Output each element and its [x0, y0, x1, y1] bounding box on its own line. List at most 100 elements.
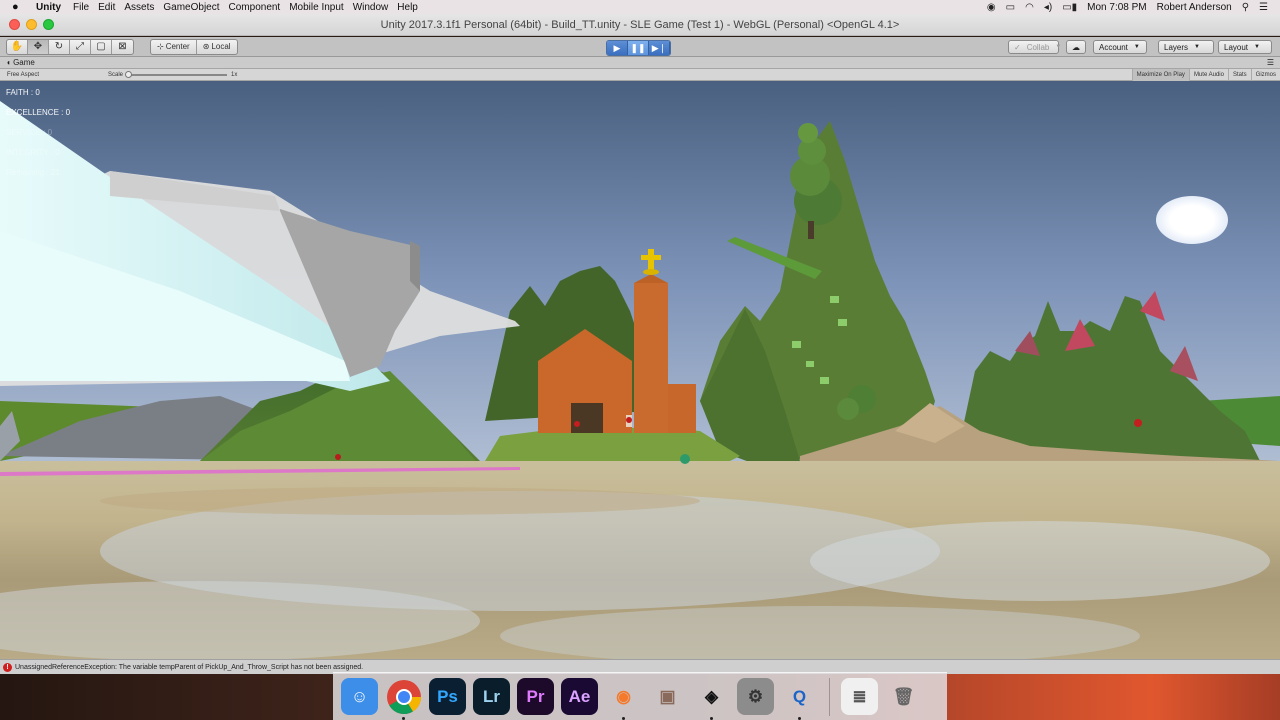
- hand-tool-icon[interactable]: ✋: [7, 39, 28, 54]
- game-view-toolbar: Free Aspect Scale 1x Maximize On Play Mu…: [0, 68, 1280, 81]
- user-name[interactable]: Robert Anderson: [1157, 2, 1232, 13]
- play-controls: ▶ ❚❚ ▶❘: [606, 40, 671, 56]
- mac-menu-bar: ● Unity File Edit Assets GameObject Comp…: [0, 0, 1280, 14]
- volume-icon[interactable]: ◂): [1044, 2, 1052, 13]
- layers-label: Layers: [1164, 42, 1189, 52]
- premiere-icon[interactable]: Pr: [517, 678, 554, 715]
- photoshop-icon[interactable]: Ps: [429, 678, 466, 715]
- pause-button[interactable]: ❚❚: [628, 41, 649, 55]
- remaining-counter: Remaining : 21: [6, 168, 60, 177]
- pivot-center-button[interactable]: ⊹ Center: [151, 39, 197, 54]
- layout-dropdown[interactable]: Layout ▼: [1218, 40, 1272, 54]
- local-space-icon: ⊛: [202, 42, 210, 51]
- transform-tools: ✋ ✥ ↻ ⤢ ▢ ⊠: [6, 38, 134, 55]
- dock-separator: [829, 677, 830, 716]
- document-icon[interactable]: ≣: [841, 678, 878, 715]
- menu-component[interactable]: Component: [229, 2, 281, 13]
- stats-toggle[interactable]: Stats: [1227, 68, 1251, 81]
- menu-assets[interactable]: Assets: [124, 2, 154, 13]
- after-effects-glyph: Ae: [568, 686, 591, 706]
- scale-slider-handle[interactable]: [125, 70, 133, 78]
- menu-edit[interactable]: Edit: [98, 2, 115, 13]
- after-effects-icon[interactable]: Ae: [561, 678, 598, 715]
- account-label: Account: [1099, 42, 1128, 52]
- rect-tool-icon[interactable]: ▢: [91, 39, 112, 54]
- toolbox-glyph: ▣: [659, 686, 676, 706]
- minimize-window-button[interactable]: [26, 19, 37, 30]
- move-tool-icon[interactable]: ✥: [28, 39, 49, 54]
- play-button[interactable]: ▶: [607, 41, 628, 55]
- pivot-center-icon: ⊹: [157, 42, 164, 51]
- layers-dropdown[interactable]: Layers ▼: [1158, 40, 1214, 54]
- tab-menu-icon[interactable]: ☰: [1267, 58, 1274, 67]
- menu-help[interactable]: Help: [397, 2, 418, 13]
- pivot-local-label: Local: [211, 42, 231, 51]
- trash-icon[interactable]: 🗑: [885, 678, 922, 715]
- record-icon[interactable]: ◉: [987, 2, 996, 13]
- spotlight-search-icon[interactable]: ⚲: [1242, 2, 1249, 13]
- rotate-tool-icon[interactable]: ↻: [49, 39, 70, 54]
- scale-slider[interactable]: [125, 70, 228, 78]
- lightroom-glyph: Lr: [483, 686, 500, 706]
- game-tab-label: Game: [13, 58, 35, 67]
- menu-gameobject[interactable]: GameObject: [163, 2, 219, 13]
- account-dropdown[interactable]: Account ▼: [1093, 40, 1147, 54]
- battery-icon[interactable]: ▭▮: [1062, 2, 1077, 13]
- unity-icon[interactable]: ◈: [693, 678, 730, 720]
- scale-value: 1x: [231, 71, 238, 78]
- menu-file[interactable]: File: [73, 2, 89, 13]
- toolbox-icon[interactable]: ▣: [649, 678, 686, 715]
- scale-tool-icon[interactable]: ⤢: [70, 39, 91, 54]
- gizmos-dropdown[interactable]: Gizmos: [1250, 68, 1280, 81]
- excellence-counter: EXCELLENCE : 0: [6, 108, 71, 117]
- lightroom-icon[interactable]: Lr: [473, 678, 510, 715]
- cloud-button[interactable]: ☁: [1066, 40, 1086, 54]
- collab-label: Collab: [1026, 42, 1050, 52]
- clock[interactable]: Mon 7:08 PM: [1087, 2, 1146, 13]
- cloud-icon: ☁: [1072, 42, 1080, 52]
- document-glyph: ≣: [852, 686, 867, 706]
- quicktime-glyph: Q: [792, 686, 807, 706]
- scale-control: Scale 1x: [108, 70, 238, 78]
- maximize-on-play-toggle[interactable]: Maximize On Play: [1131, 68, 1189, 81]
- window-title-bar: Unity 2017.3.1f1 Personal (64bit) - Buil…: [0, 14, 1280, 36]
- unity-glyph: ◈: [704, 686, 719, 706]
- chevron-down-icon: ▼: [1194, 44, 1200, 50]
- unity-toolbar: ✋ ✥ ↻ ⤢ ▢ ⊠ ⊹ Center ⊛ Local ▶ ❚❚ ▶❘ ✓ Coll…: [0, 37, 1280, 57]
- photoshop-glyph: Ps: [437, 686, 458, 706]
- menu-window[interactable]: Window: [353, 2, 389, 13]
- console-message[interactable]: UnassignedReferenceException: The variab…: [15, 664, 363, 671]
- pivot-local-button[interactable]: ⊛ Local: [197, 40, 237, 54]
- close-window-button[interactable]: [9, 19, 20, 30]
- scale-label: Scale: [108, 71, 124, 78]
- chevron-down-icon: ▼: [1133, 44, 1140, 50]
- chevron-down-icon: ▼: [1254, 44, 1260, 50]
- menu-mobile-input[interactable]: Mobile Input: [289, 2, 343, 13]
- airplay-icon[interactable]: ▭: [1006, 2, 1015, 13]
- collab-dropdown[interactable]: ✓ Collab ▼: [1008, 40, 1061, 54]
- game-view-tab[interactable]: ◖ Game ☰: [0, 57, 1280, 69]
- wifi-icon[interactable]: ◠: [1025, 2, 1034, 13]
- game-viewport[interactable]: FAITH : 0 EXCELLENCE : 0 SERVICE : 0 INT…: [0, 81, 1280, 659]
- zoom-window-button[interactable]: [43, 19, 54, 30]
- blender-glyph: ◉: [616, 686, 631, 706]
- step-button[interactable]: ▶❘: [649, 41, 670, 55]
- transform-tool-icon[interactable]: ⊠: [112, 40, 133, 54]
- apple-menu-icon[interactable]: ●: [12, 1, 26, 13]
- game-tab-icon: ◖: [6, 58, 14, 67]
- blender-icon[interactable]: ◉: [605, 678, 642, 720]
- finder-icon[interactable]: ☺: [341, 678, 378, 715]
- premiere-glyph: Pr: [526, 686, 545, 706]
- notification-center-icon[interactable]: ☰: [1259, 2, 1268, 13]
- mute-audio-toggle[interactable]: Mute Audio: [1188, 68, 1228, 81]
- chrome-icon[interactable]: [385, 678, 422, 720]
- aspect-dropdown[interactable]: Free Aspect: [0, 72, 108, 78]
- scene-render: [0, 81, 1280, 659]
- faith-counter: FAITH : 0: [6, 88, 40, 97]
- system-preferences-icon[interactable]: ⚙: [737, 678, 774, 715]
- integrity-counter: INTEGRITY : 0: [6, 148, 60, 157]
- trash-glyph: 🗑: [892, 686, 915, 706]
- quicktime-icon[interactable]: Q: [781, 678, 818, 720]
- menu-app-name[interactable]: Unity: [36, 2, 61, 13]
- collab-icon: ✓: [1014, 42, 1021, 52]
